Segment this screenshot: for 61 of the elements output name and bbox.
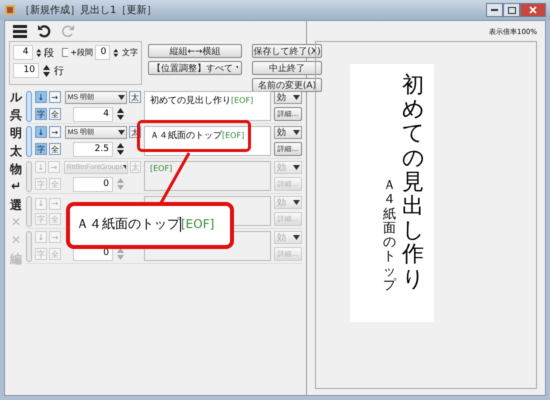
lines-field[interactable]: 10 [13,63,39,78]
columns-field[interactable]: 4 [13,45,33,60]
vertical-text: Ａ４紙面のトップ [383,179,396,296]
action-button[interactable]: 縦組←→横組 [148,44,242,58]
tool-button[interactable]: ル [10,89,22,107]
lines-unit: 行 [54,64,64,78]
app-icon [4,4,16,16]
spinner-arrows-icon[interactable] [115,107,126,121]
caret-icon [293,235,300,240]
caret-icon [123,164,126,170]
caret-icon [293,165,300,170]
caret-icon [293,130,300,135]
window-title: ［新規作成］見出し1［更新］ [20,4,156,17]
close-icon [529,6,537,14]
size-field[interactable]: 2.5 [73,142,113,156]
text-field[interactable]: 初めての見出し作り[EOF] [144,91,271,121]
direction-toggle[interactable]: → [48,91,61,103]
direction-toggle[interactable]: → [48,126,61,138]
close-button[interactable] [520,3,546,17]
action-button[interactable]: 中止終了 [252,61,322,75]
chars-unit: 文字 [122,47,138,58]
tool-button[interactable]: 明 [10,125,22,143]
gap-label: +段間 [70,47,94,58]
spinner-arrows-icon[interactable] [41,64,52,78]
width-toggle[interactable]: 全 [49,143,61,155]
style-select[interactable]: 効 [274,126,302,139]
tool-button[interactable]: 物 [10,161,22,179]
width-toggle[interactable]: 字 [35,143,47,155]
action-button[interactable]: 名前の変更(A) [252,78,322,92]
minimize-icon [491,9,498,11]
style-select[interactable]: 効 [274,91,302,104]
tool-button[interactable]: 太 [10,143,22,161]
caret-icon [293,95,300,100]
width-toggle[interactable]: 字 [35,108,47,120]
row-marker[interactable] [26,126,32,156]
width-toggle[interactable]: 全 [49,108,61,120]
row-marker[interactable] [26,90,32,122]
direction-toggle[interactable]: ↓ [35,91,47,103]
columns-unit: 段 [44,46,54,60]
tool-button[interactable]: 呉 [10,107,22,125]
menu-icon[interactable] [13,24,27,38]
caret-icon [118,130,126,134]
minimize-button[interactable] [486,3,503,17]
tool-button[interactable]: ↵ [10,179,22,197]
caret-icon [293,200,300,205]
text-field[interactable]: Ａ４紙面のトップ[EOF] [144,126,271,156]
dropdown-button[interactable]: 【位置調整】すべて [148,61,242,75]
checkbox[interactable] [62,48,68,57]
caret-icon [236,66,238,70]
direction-toggle[interactable]: ↓ [35,126,47,138]
tool-button[interactable]: 選 [10,197,22,215]
spinner-arrows-icon[interactable] [115,142,126,156]
chars-field[interactable]: 0 [95,45,110,60]
bold-toggle[interactable]: 太 [129,91,142,103]
maximize-button[interactable] [503,3,520,17]
maximize-icon [508,6,516,14]
caret-icon [118,94,126,100]
size-field[interactable]: 4 [73,106,113,122]
magnified-text-tooltip: Ａ４紙面のトップ[EOF] [66,202,234,249]
vertical-text: 初めての見出し作り [402,74,424,294]
undo-icon[interactable] [37,24,51,38]
